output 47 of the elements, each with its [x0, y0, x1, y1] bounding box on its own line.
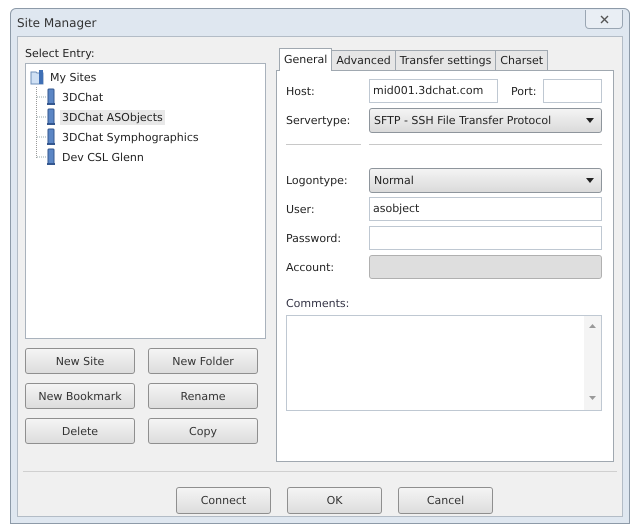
field-label: Account: [286, 260, 336, 274]
server-icon [37, 88, 57, 106]
dialog-button[interactable]: Cancel [398, 487, 493, 514]
site-button[interactable]: New Site [25, 348, 135, 374]
dropdown[interactable]: SFTP - SSH File Transfer Protocol [369, 108, 602, 132]
site-button[interactable]: Delete [25, 418, 135, 444]
scrollbar[interactable] [584, 316, 601, 410]
window-title: Site Manager [17, 16, 96, 30]
site-button[interactable]: Rename [148, 383, 258, 409]
tab[interactable]: General [279, 48, 332, 71]
scroll-up-icon [589, 324, 596, 328]
dropdown[interactable]: Normal [369, 168, 602, 192]
input-field[interactable] [369, 226, 602, 250]
field-label: Host: [286, 84, 316, 98]
host-field[interactable]: mid001.3dchat.com [369, 79, 498, 103]
field-label: User: [286, 202, 316, 216]
site-button[interactable]: Copy [148, 418, 258, 444]
section-label: Select Entry: [25, 47, 96, 62]
field-label: Logontype: [286, 174, 349, 186]
server-icon [37, 148, 57, 166]
dialog-button[interactable]: OK [287, 487, 382, 514]
tree-item[interactable]: 3DChat ASObjects [60, 110, 165, 124]
server-icon [37, 108, 57, 126]
tree-item[interactable]: My Sites [48, 70, 98, 84]
close-button[interactable] [585, 10, 623, 29]
input-field[interactable]: asobject [369, 197, 602, 221]
site-button[interactable]: New Folder [148, 348, 258, 374]
server-icon [37, 128, 57, 146]
field-label: Servertype: [286, 114, 352, 126]
dropdown-arrow-icon [586, 178, 594, 182]
scroll-down-icon [589, 396, 596, 400]
port-field[interactable] [542, 79, 602, 103]
close-icon [600, 14, 608, 24]
dialog-button[interactable]: Connect [176, 487, 271, 514]
tab[interactable]: Charset [495, 50, 548, 70]
field-label: Port: [511, 84, 537, 98]
tab[interactable]: Transfer settings [394, 50, 496, 70]
folder-icon [30, 69, 44, 85]
dropdown-arrow-icon [586, 118, 594, 122]
site-button[interactable]: New Bookmark [25, 383, 135, 409]
tab[interactable]: Advanced [331, 50, 396, 70]
tree-item[interactable]: 3DChat [60, 90, 106, 104]
field-label: Comments: [286, 297, 350, 312]
tree-item[interactable]: 3DChat Symphographics [60, 130, 201, 144]
tree-item[interactable]: Dev CSL Glenn [60, 150, 146, 164]
comments-field[interactable] [286, 315, 602, 411]
field-label: Password: [286, 232, 342, 244]
